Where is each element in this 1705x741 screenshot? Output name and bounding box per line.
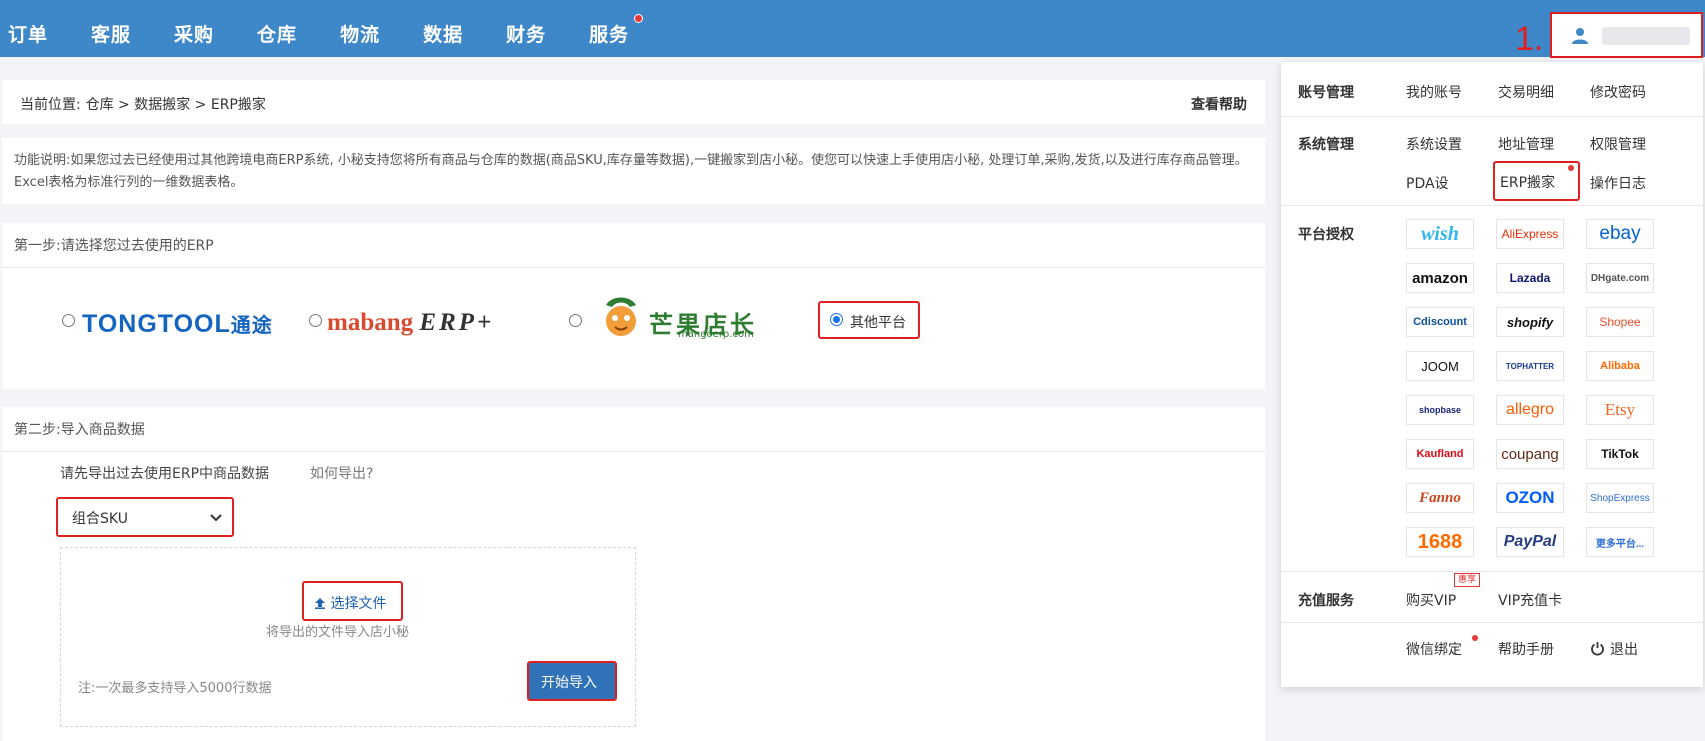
platform-1688[interactable]: 1688 xyxy=(1406,527,1474,557)
nav-item-logistics[interactable]: 物流 xyxy=(340,20,380,47)
menu-wechat-bind[interactable]: 微信绑定 xyxy=(1406,639,1462,659)
breadcrumb: 当前位置: 仓库 > 数据搬家 > ERP搬家 xyxy=(20,97,266,113)
platform-tophatter[interactable]: TOPHATTER xyxy=(1496,351,1564,381)
menu-system-settings[interactable]: 系统设置 xyxy=(1406,134,1462,154)
export-tip: 请先导出过去使用ERP中商品数据 xyxy=(60,466,270,482)
username-redacted xyxy=(1602,27,1690,45)
platform-dhgate[interactable]: DHgate.com xyxy=(1586,263,1654,293)
platform-cdiscount[interactable]: Cdiscount xyxy=(1406,307,1474,337)
platform-ebay[interactable]: ebay xyxy=(1586,219,1654,249)
menu-vip-card[interactable]: VIP充值卡 xyxy=(1498,590,1562,610)
notification-dot xyxy=(634,14,644,23)
platform-allegro[interactable]: allegro xyxy=(1496,395,1564,425)
platform-wish[interactable]: wish xyxy=(1406,219,1474,249)
description-panel: 功能说明:如果您过去已经使用过其他跨境电商ERP系统, 小秘支持您将所有商品与仓… xyxy=(2,138,1265,204)
divider xyxy=(1281,622,1703,623)
nav-item-warehouse[interactable]: 仓库 xyxy=(257,20,297,47)
feature-description: 功能说明:如果您过去已经使用过其他跨境电商ERP系统, 小秘支持您将所有商品与仓… xyxy=(14,153,1248,190)
divider xyxy=(2,451,1265,452)
step-marker-1: 1. xyxy=(1515,20,1544,58)
divider xyxy=(2,267,1265,268)
menu-operation-log[interactable]: 操作日志 xyxy=(1590,173,1646,193)
platform-joom[interactable]: JOOM xyxy=(1406,351,1474,381)
platform-coupang[interactable]: coupang xyxy=(1496,439,1564,469)
menu-address-manage[interactable]: 地址管理 xyxy=(1498,134,1554,154)
choose-file-button[interactable]: 选择文件 xyxy=(302,581,403,621)
user-dropdown-menu: 账号管理 我的账号 交易明细 修改密码 系统管理 系统设置 地址管理 权限管理 … xyxy=(1281,62,1703,687)
sku-type-select[interactable]: 组合SKU xyxy=(56,497,234,537)
import-limit-note: 注:一次最多支持导入5000行数据 xyxy=(78,681,272,696)
platform-shopexpress[interactable]: ShopExpress xyxy=(1586,483,1654,513)
platform-tiktok[interactable]: TikTok xyxy=(1586,439,1654,469)
chevron-down-icon xyxy=(210,514,222,522)
help-link[interactable]: 查看帮助 xyxy=(1191,94,1247,114)
radio-tongtool[interactable] xyxy=(62,314,75,327)
user-icon xyxy=(1572,28,1588,44)
choose-file-hint: 将导出的文件导入店小秘 xyxy=(266,625,410,640)
section-platform: 平台授权 xyxy=(1298,227,1354,243)
mabang-logo[interactable]: mabang ERP+ xyxy=(327,309,494,337)
how-to-export-link[interactable]: 如何导出? xyxy=(310,463,373,483)
nav-item-service[interactable]: 客服 xyxy=(91,20,131,47)
platform-shopbase[interactable]: shopbase xyxy=(1406,395,1474,425)
divider xyxy=(1281,571,1703,572)
menu-change-password[interactable]: 修改密码 xyxy=(1590,82,1646,102)
divider xyxy=(1281,205,1703,206)
platform-aliexpress[interactable]: AliExpress xyxy=(1496,219,1564,249)
platform-fanno[interactable]: Fanno xyxy=(1406,483,1474,513)
other-platform-label: 其他平台 xyxy=(850,315,906,331)
menu-logout[interactable]: 退出 xyxy=(1590,639,1638,659)
divider xyxy=(1281,116,1703,117)
tongtool-logo[interactable]: TONGTOOL通途 xyxy=(82,309,273,339)
menu-buy-vip[interactable]: 购买VIP xyxy=(1406,590,1456,610)
select-value: 组合SKU xyxy=(72,511,128,527)
notification-dot xyxy=(1472,635,1478,641)
platform-more[interactable]: 更多平台... xyxy=(1586,527,1654,557)
platform-lazada[interactable]: Lazada xyxy=(1496,263,1564,293)
user-menu-button[interactable] xyxy=(1550,12,1703,58)
platform-kaufland[interactable]: Kaufland xyxy=(1406,439,1474,469)
radio-other-platform[interactable]: 其他平台 xyxy=(818,301,920,339)
section-recharge: 充值服务 xyxy=(1298,593,1354,609)
nav-item-finance[interactable]: 财务 xyxy=(506,20,546,47)
breadcrumb-panel: 当前位置: 仓库 > 数据搬家 > ERP搬家 查看帮助 xyxy=(2,80,1265,124)
platform-shopify[interactable]: shopify xyxy=(1496,307,1564,337)
hot-badge: 惠享 xyxy=(1454,573,1481,587)
platform-ozon[interactable]: OZON xyxy=(1496,483,1564,513)
menu-erp-migration[interactable]: ERP搬家 xyxy=(1500,172,1555,192)
notification-dot xyxy=(1568,165,1574,171)
platform-alibaba[interactable]: Alibaba xyxy=(1586,351,1654,381)
main-nav: 订单 客服 采购 仓库 物流 数据 财务 服务 xyxy=(8,14,672,47)
menu-erp-migration-highlight[interactable]: ERP搬家 xyxy=(1493,161,1580,201)
platform-amazon[interactable]: amazon xyxy=(1406,263,1474,293)
section-system: 系统管理 xyxy=(1298,137,1354,153)
menu-help-manual[interactable]: 帮助手册 xyxy=(1498,639,1554,659)
radio-other-indicator[interactable] xyxy=(830,313,843,326)
mango-logo-icon xyxy=(606,297,636,336)
step1-panel: 第一步:请选择您过去使用的ERP TONGTOOL通途 mabang ERP+ … xyxy=(2,223,1265,389)
radio-mango[interactable] xyxy=(569,314,582,327)
menu-my-account[interactable]: 我的账号 xyxy=(1406,82,1462,102)
power-icon xyxy=(1591,642,1604,656)
step1-title: 第一步:请选择您过去使用的ERP xyxy=(14,238,214,254)
menu-permission-manage[interactable]: 权限管理 xyxy=(1590,134,1646,154)
platform-paypal[interactable]: PayPal xyxy=(1496,527,1564,557)
mango-logo-url: mangoerp.com xyxy=(678,329,754,340)
section-account: 账号管理 xyxy=(1298,85,1354,101)
menu-transactions[interactable]: 交易明细 xyxy=(1498,82,1554,102)
breadcrumb-path[interactable]: 仓库 > 数据搬家 > ERP搬家 xyxy=(86,97,266,113)
menu-pda-settings[interactable]: PDA设 xyxy=(1406,173,1449,193)
nav-item-services[interactable]: 服务 xyxy=(589,14,644,47)
step2-panel: 第二步:导入商品数据 请先导出过去使用ERP中商品数据 如何导出? 组合SKU … xyxy=(2,407,1265,741)
nav-item-data[interactable]: 数据 xyxy=(423,20,463,47)
upload-icon xyxy=(315,598,325,609)
platform-etsy[interactable]: Etsy xyxy=(1586,395,1654,425)
radio-mabang[interactable] xyxy=(309,314,322,327)
nav-item-orders[interactable]: 订单 xyxy=(8,20,48,47)
step2-title: 第二步:导入商品数据 xyxy=(14,422,145,438)
top-nav-bar: 订单 客服 采购 仓库 物流 数据 财务 服务 xyxy=(0,0,1705,58)
nav-item-purchase[interactable]: 采购 xyxy=(174,20,214,47)
start-import-button[interactable]: 开始导入 xyxy=(527,661,617,701)
platform-shopee[interactable]: Shopee xyxy=(1586,307,1654,337)
